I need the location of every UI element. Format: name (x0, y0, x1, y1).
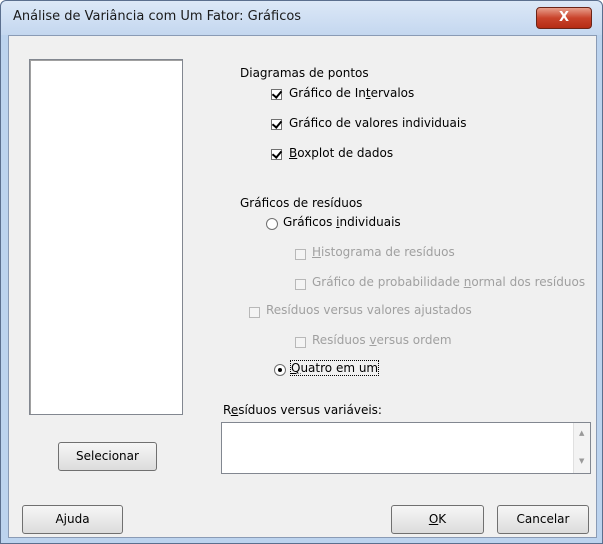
four-in-one-label-text: uatro em um (300, 361, 379, 375)
individual-values-label[interactable]: Gráfico de valores individuais (289, 116, 466, 130)
individual-plots-label[interactable]: Gráficos individuais (283, 215, 401, 229)
histogram-label-text: istograma de resíduos (321, 245, 455, 259)
boxplot-label[interactable]: Boxplot de dados (289, 146, 393, 160)
residuals-vs-order-checkbox[interactable] (295, 337, 306, 348)
interval-plot-label-rest: ervalos (370, 86, 415, 100)
histogram-mnemonic: H (312, 245, 322, 259)
dot-plots-heading: Diagramas de pontos (240, 66, 369, 80)
normal-probability-label[interactable]: Gráfico de probabilidade normal dos resí… (312, 275, 585, 289)
normal-probability-label-text: Gráfico de probabilidade (312, 275, 464, 289)
boxplot-mnemonic: B (289, 146, 298, 160)
four-in-one-label[interactable]: Quatro em um (289, 360, 380, 376)
scroll-down-icon[interactable]: ▼ (579, 457, 584, 465)
residuals-vs-fits-checkbox[interactable] (249, 307, 260, 318)
residuals-vs-order-label-text: Resíduos (312, 333, 370, 347)
close-icon: X (558, 10, 570, 25)
individual-plots-radio[interactable] (266, 218, 278, 230)
residuals-vs-order-mnemonic: v (369, 333, 377, 347)
close-button[interactable]: X (536, 7, 592, 29)
residuals-vs-variables-label-rest: síduos versus variáveis: (238, 403, 382, 417)
residuals-vs-variables-label: Resíduos versus variáveis: (223, 403, 382, 417)
histogram-checkbox[interactable] (295, 249, 306, 260)
interval-plot-label-text: Gráfico de In (289, 86, 366, 100)
normal-probability-label-rest: ormal dos resíduos (471, 275, 586, 289)
individual-plots-label-rest: ndividuais (339, 215, 401, 229)
residuals-vs-variables-scrollbar[interactable]: ▲ ▼ (573, 423, 590, 473)
residuals-vs-order-label-rest: ersus ordem (376, 333, 452, 347)
ok-button-label: K (438, 512, 447, 526)
residuals-vs-variables-input[interactable]: ▲ ▼ (221, 422, 591, 474)
cancel-button[interactable]: Cancelar (497, 505, 589, 534)
window-title: Análise de Variância com Um Fator: Gráfi… (13, 9, 302, 24)
help-button[interactable]: Ajuda (22, 505, 123, 534)
residuals-vs-order-label[interactable]: Resíduos versus ordem (312, 333, 452, 347)
residual-plots-heading: Gráficos de resíduos (240, 196, 363, 210)
ok-mnemonic: O (428, 512, 439, 526)
interval-plot-checkbox[interactable] (271, 89, 282, 100)
select-button[interactable]: Selecionar (58, 442, 157, 471)
variables-listbox[interactable] (29, 59, 183, 415)
normal-probability-checkbox[interactable] (295, 279, 306, 290)
individual-plots-label-text: Gráficos (283, 215, 337, 229)
histogram-label[interactable]: Histograma de resíduos (312, 245, 455, 259)
individual-values-checkbox[interactable] (271, 119, 282, 130)
boxplot-label-text: oxplot de dados (297, 146, 394, 160)
scroll-up-icon[interactable]: ▲ (579, 429, 584, 437)
residuals-vs-variables-label-text: R (223, 403, 231, 417)
residuals-vs-fits-label[interactable]: Resíduos versus valores ajustados (266, 303, 472, 317)
title-bar[interactable]: Análise de Variância com Um Fator: Gráfi… (1, 1, 602, 35)
dialog-client-area: Diagramas de pontos Gráfico de Intervalo… (8, 35, 597, 538)
four-in-one-radio[interactable] (274, 364, 286, 376)
dialog-window: Análise de Variância com Um Fator: Gráfi… (0, 0, 603, 544)
ok-button[interactable]: OK (391, 505, 484, 534)
boxplot-checkbox[interactable] (271, 149, 282, 160)
interval-plot-label[interactable]: Gráfico de Intervalos (289, 86, 414, 100)
